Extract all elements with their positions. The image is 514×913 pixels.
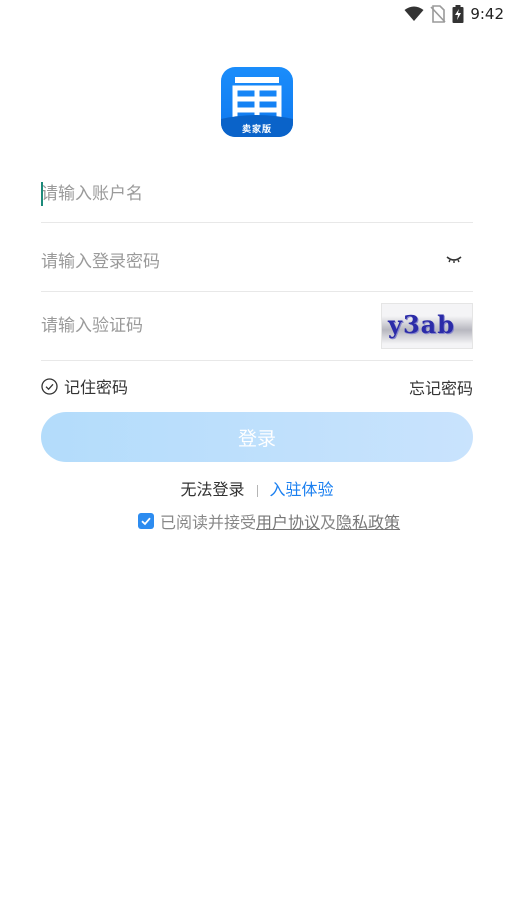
password-field bbox=[41, 233, 473, 292]
captcha-field: y3ab bbox=[41, 292, 473, 361]
check-circle-icon bbox=[41, 377, 58, 395]
battery-charging-icon bbox=[452, 5, 464, 23]
agreement-row: 已阅读并接受用户协议及隐私政策 bbox=[138, 510, 400, 532]
captcha-image[interactable]: y3ab bbox=[381, 303, 473, 349]
account-input[interactable] bbox=[41, 165, 381, 222]
logo-badge-text: 卖家版 bbox=[241, 125, 272, 135]
options-row: 记住密码 忘记密码 bbox=[41, 374, 473, 398]
wifi-icon bbox=[404, 6, 424, 21]
agreement-checkbox[interactable] bbox=[138, 513, 154, 529]
agreement-prefix: 已阅读并接受 bbox=[160, 513, 257, 532]
agreement-conjunction: 及 bbox=[320, 513, 337, 532]
status-time: 9:42 bbox=[470, 5, 504, 23]
account-field bbox=[41, 165, 473, 223]
checkmark-icon bbox=[141, 517, 151, 526]
forgot-password-link[interactable]: 忘记密码 bbox=[409, 375, 473, 399]
join-trial-link[interactable]: 入驻体验 bbox=[270, 480, 334, 499]
remember-password-label: 记住密码 bbox=[64, 378, 129, 397]
login-button[interactable]: 登录 bbox=[41, 412, 473, 462]
status-bar: 9:42 bbox=[0, 0, 514, 28]
status-icons: 9:42 bbox=[404, 4, 504, 24]
remember-password-toggle[interactable]: 记住密码 bbox=[41, 374, 128, 398]
eye-closed-icon[interactable] bbox=[445, 252, 463, 266]
privacy-policy-link[interactable]: 隐私政策 bbox=[336, 513, 400, 532]
user-agreement-link[interactable]: 用户协议 bbox=[256, 513, 320, 532]
links-row: 无法登录 入驻体验 bbox=[0, 476, 514, 499]
captcha-input[interactable] bbox=[41, 292, 341, 360]
link-divider bbox=[256, 484, 258, 497]
text-cursor bbox=[41, 182, 43, 206]
no-sim-icon bbox=[430, 5, 446, 23]
agreement-text: 已阅读并接受用户协议及隐私政策 bbox=[160, 509, 400, 533]
captcha-text: y3ab bbox=[388, 310, 455, 339]
cant-login-link[interactable]: 无法登录 bbox=[180, 480, 244, 499]
app-logo: 卖家版 bbox=[221, 67, 293, 137]
password-input[interactable] bbox=[41, 233, 381, 291]
